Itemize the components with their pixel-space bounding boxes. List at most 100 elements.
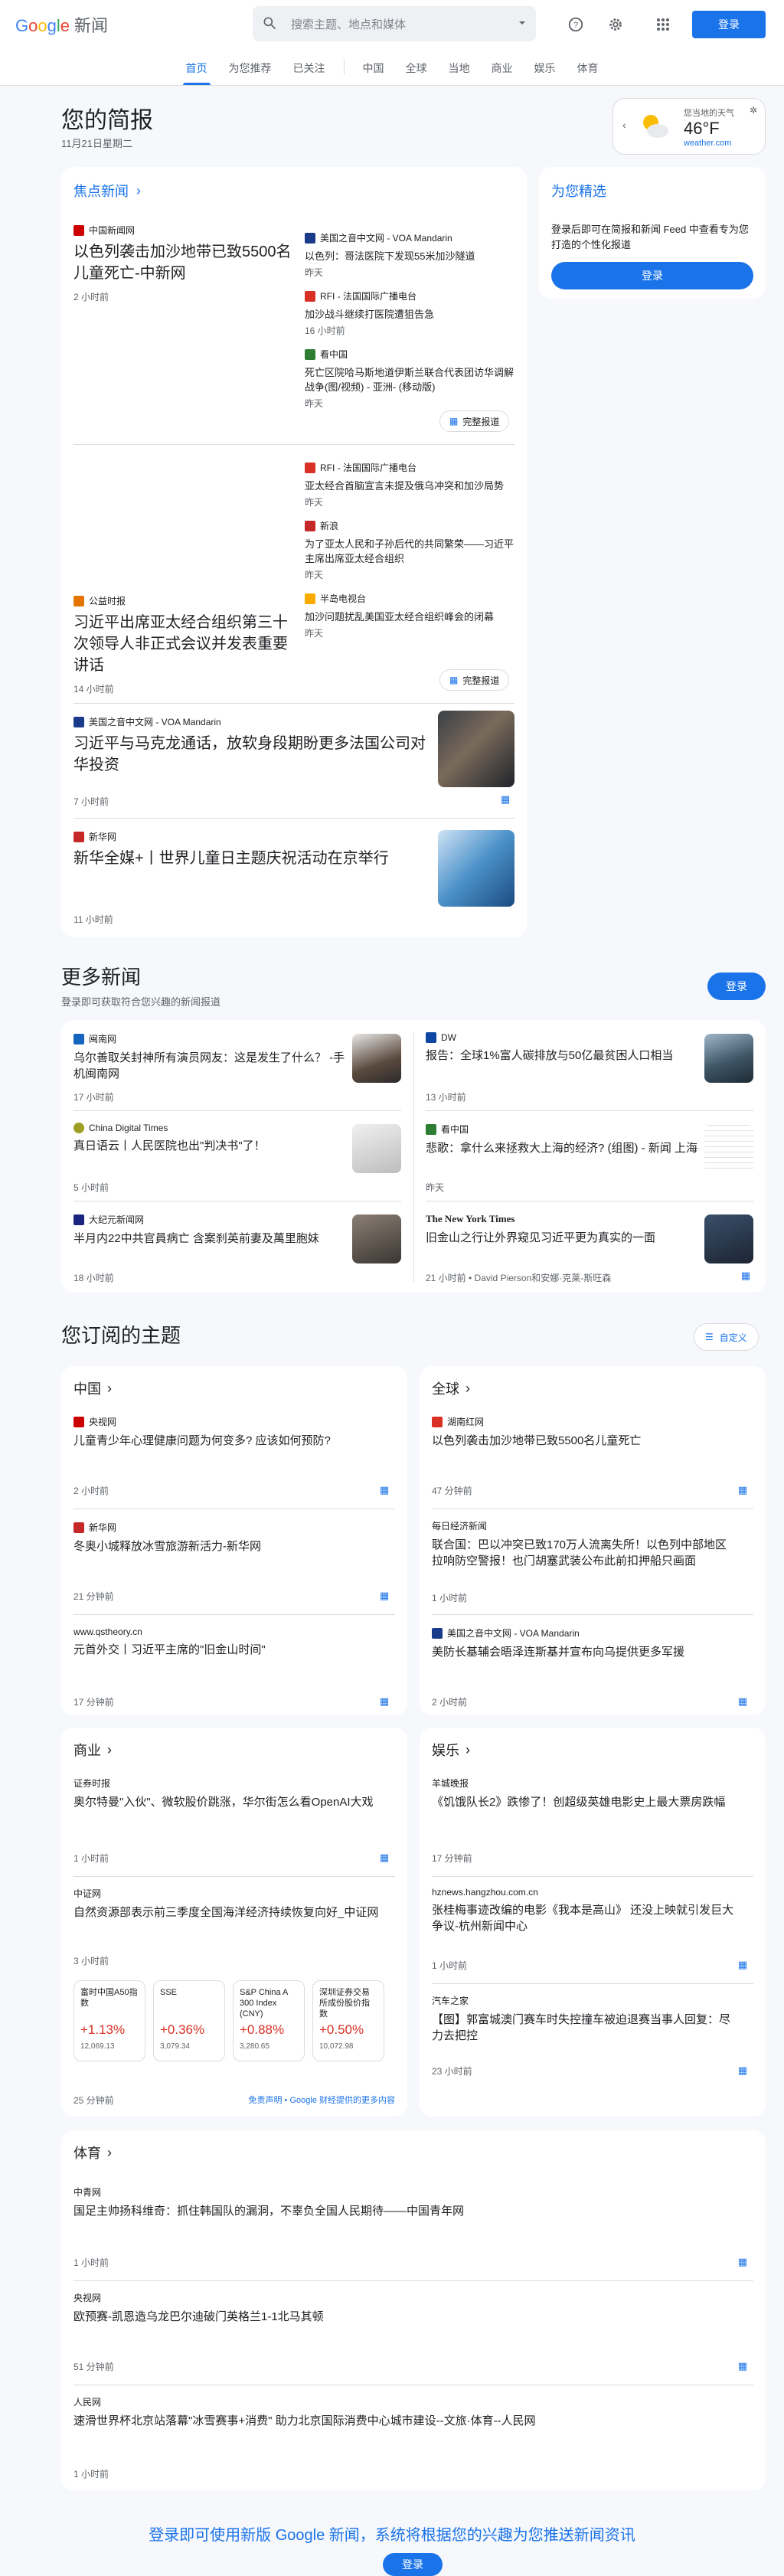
full-coverage-icon[interactable]: ▦ (735, 1483, 750, 1498)
list-item[interactable]: 闽南网 乌尔善取关封神所有演员网友：这是发生了什么？ -手机闽南网 (74, 1032, 349, 1082)
story-thumbnail[interactable] (704, 1124, 753, 1173)
full-coverage-icon[interactable]: ▦ (735, 2359, 750, 2374)
full-coverage-icon[interactable]: ▦ (377, 1483, 392, 1498)
headline-link[interactable]: 联合国：巴以冲突已致170万人流离失所！以色列中部地区拉响防空警报！也门胡塞武装… (432, 1537, 738, 1569)
tab-business[interactable]: 商业 (481, 60, 524, 85)
help-icon[interactable]: ? (560, 9, 591, 40)
full-coverage-icon[interactable]: ▦ (377, 1850, 392, 1865)
header-login-button[interactable]: 登录 (692, 11, 766, 38)
search-box[interactable]: 搜索主题、地点和媒体 (253, 6, 536, 41)
headline-link[interactable]: 【图】郭富城澳门赛车时失控撞车被迫退赛当事人回复：尽力去把控 (432, 2012, 738, 2044)
stock-card[interactable]: SSE +0.36% 3,079.34 (153, 1980, 225, 2061)
weather-widget[interactable]: ‹ 您当地的天气 46°F weather.com ✲ (612, 98, 766, 155)
full-coverage-icon[interactable]: ▦ (735, 2254, 750, 2270)
headline-link[interactable]: 为了亚太人民和子孙后代的共同繁荣——习近平主席出席亚太经合组织 (305, 537, 516, 566)
headline-link[interactable]: 乌尔善取关封神所有演员网友：这是发生了什么？ -手机闽南网 (74, 1050, 349, 1082)
full-coverage-icon[interactable]: ▦ (498, 792, 513, 807)
top-stories-heading[interactable]: 焦点新闻 › (74, 181, 141, 201)
headline-link[interactable]: 国足主帅扬科维奇：抓住韩国队的漏洞，不辜负全国人民期待——中国青年网 (74, 2203, 732, 2219)
headline-link[interactable]: 悲歌：拿什么来拯救大上海的经济? (组图) - 新闻 上海 (426, 1140, 701, 1156)
footer-login-button[interactable]: 登录 (383, 2553, 443, 2576)
tab-local[interactable]: 当地 (438, 60, 481, 85)
headline-link[interactable]: 以色列袭击加沙地带已致5500名儿童死亡-中新网 (74, 241, 296, 284)
full-coverage-button[interactable]: ▦ 完整报道 (439, 669, 510, 691)
headline-link[interactable]: 加沙问题扰乱美国亚太经合组织峰会的闭幕 (305, 610, 516, 624)
headline-link[interactable]: 欧预赛-凯恩造乌龙巴尔迪破门英格兰1-1北马其顿 (74, 2309, 732, 2325)
headline-link[interactable]: 以色列：哥法医院下发现55米加沙隧道 (305, 249, 516, 263)
topic-heading[interactable]: 中国 › (74, 1378, 112, 1398)
google-news-logo[interactable]: Google 新闻 (15, 12, 108, 37)
apps-grid-icon[interactable] (648, 9, 678, 40)
full-coverage-icon[interactable]: ▦ (377, 1694, 392, 1709)
headline-link[interactable]: 自然资源部表示前三季度全国海洋经济持续恢复向好_中证网 (74, 1904, 380, 1921)
full-coverage-icon[interactable]: ▦ (735, 1957, 750, 1973)
tab-entertainment[interactable]: 娱乐 (524, 60, 567, 85)
list-item[interactable]: The New York Times 旧金山之行让外界窥见习近平更为真实的一面 (426, 1213, 701, 1246)
headline-link[interactable]: 死亡区院哈马斯地道伊斯兰联合代表团访华调解战争(图/视频) - 亚洲- (移动版… (305, 365, 516, 394)
search-icon[interactable] (262, 15, 277, 33)
full-coverage-icon[interactable]: ▦ (735, 1694, 750, 1709)
headline-link[interactable]: 加沙战斗继续打医院遭狙告急 (305, 307, 516, 322)
list-item[interactable]: China Digital Times 真日语云丨人民医院也出"判决书"了！ (74, 1123, 349, 1154)
headline-link[interactable]: 儿童青少年心理健康问题为何变多? 应该如何预防? (74, 1433, 380, 1449)
story-thumbnail[interactable] (438, 830, 514, 907)
tab-for-you[interactable]: 为您推荐 (218, 60, 283, 85)
search-dropdown-icon[interactable] (518, 18, 527, 30)
headline-link[interactable]: 报告：全球1%富人碳排放与50亿最贫困人口相当 (426, 1048, 701, 1064)
tab-china[interactable]: 中国 (352, 60, 395, 85)
stock-card[interactable]: 富时中国A50指数 +1.13% 12,069.13 (74, 1980, 145, 2061)
headline-link[interactable]: 真日语云丨人民医院也出"判决书"了！ (74, 1138, 349, 1154)
topic-heading[interactable]: 体育 › (74, 2143, 112, 2162)
stock-card[interactable]: 深圳证券交易所成份股价指数 +0.50% 10,072.98 (312, 1980, 384, 2061)
headline-link[interactable]: 元首外交丨习近平主席的"旧金山时间" (74, 1642, 380, 1658)
headline-link[interactable]: 冬奥小城释放冰雪旅游新活力-新华网 (74, 1538, 380, 1554)
story-thumbnail[interactable] (704, 1214, 753, 1263)
weather-source[interactable]: weather.com (684, 139, 731, 148)
headline-link[interactable]: 新华全媒+丨世界儿童日主题庆祝活动在京举行 (74, 848, 433, 869)
story-thumbnail[interactable] (438, 711, 514, 787)
picks-login-button[interactable]: 登录 (551, 262, 753, 289)
story-thumbnail[interactable] (352, 1034, 401, 1083)
story-time: 1 小时前 (74, 2257, 109, 2268)
full-coverage-icon[interactable]: ▦ (377, 1588, 392, 1603)
headline-link[interactable]: 速滑世界杯北京站落幕"冰雪赛事+消费" 助力北京国际消费中心城市建设--文旅·体… (74, 2413, 732, 2429)
topic-heading[interactable]: 商业 › (74, 1740, 112, 1760)
weather-prev-icon[interactable]: ‹ (622, 119, 626, 131)
headline-link[interactable]: 旧金山之行让外界窥见习近平更为真实的一面 (426, 1230, 701, 1246)
divider (74, 2280, 753, 2281)
headline-link[interactable]: 习近平出席亚太经合组织第三十次领导人非正式会议并发表重要讲话 (74, 612, 296, 676)
story-thumbnail[interactable] (352, 1124, 401, 1173)
full-coverage-icon[interactable]: ▦ (738, 1268, 753, 1283)
weather-settings-icon[interactable]: ✲ (750, 105, 757, 116)
headline-link[interactable]: 张桂梅事迹改编的电影《我本是高山》 还没上映就引发巨大争议-杭州新闻中心 (432, 1902, 738, 1934)
customize-button[interactable]: ☰ 自定义 (694, 1323, 759, 1351)
headline-link[interactable]: 以色列袭击加沙地带已致5500名儿童死亡 (432, 1433, 738, 1449)
story-thumbnail[interactable] (704, 1034, 753, 1083)
gear-icon[interactable] (600, 9, 631, 40)
finance-disclaimer-link[interactable]: 免责声明 • Google 财经提供的更多内容 (249, 2094, 396, 2106)
headline-link[interactable]: 亚太经合首脑宣言未提及俄乌冲突和加沙局势 (305, 479, 516, 493)
story-source: 看中国 (305, 348, 516, 361)
topic-heading[interactable]: 娱乐 › (432, 1740, 470, 1760)
list-item[interactable]: 看中国 悲歌：拿什么来拯救大上海的经济? (组图) - 新闻 上海 (426, 1123, 701, 1156)
story-time: 51 分钟前 (74, 2362, 114, 2372)
stock-card[interactable]: S&P China A 300 Index (CNY) +0.88% 3,280.6… (233, 1980, 305, 2061)
tab-world[interactable]: 全球 (395, 60, 438, 85)
headline-link[interactable]: 《饥饿队长2》跌惨了！创超级英雄电影史上最大票房跌幅 (432, 1794, 738, 1810)
list-item[interactable]: DW 报告：全球1%富人碳排放与50亿最贫困人口相当 (426, 1032, 701, 1064)
full-coverage-icon[interactable]: ▦ (735, 2063, 750, 2078)
full-coverage-button[interactable]: ▦ 完整报道 (439, 410, 510, 432)
headline-link[interactable]: 习近平与马克龙通话，放软身段期盼更多法国公司对华投资 (74, 733, 433, 776)
tab-sports[interactable]: 体育 (567, 60, 609, 85)
more-news-login-button[interactable]: 登录 (707, 973, 766, 1000)
headline-link[interactable]: 奥尔特曼"入伙"、微软股价跳涨，华尔街怎么看OpenAI大戏 (74, 1794, 380, 1810)
stock-change: +0.50% (319, 2022, 364, 2037)
tab-home[interactable]: 首页 (175, 60, 218, 85)
tab-following[interactable]: 已关注 (283, 60, 336, 85)
headline-link[interactable]: 美防长基辅会晤泽连斯基并宣布向乌提供更多军援 (432, 1644, 738, 1660)
story-thumbnail[interactable] (352, 1214, 401, 1263)
search-input[interactable]: 搜索主题、地点和媒体 (291, 16, 518, 32)
headline-link[interactable]: 半月内22中共官員病亡 含案刹英前妻及萬里胞妹 (74, 1231, 349, 1247)
topic-heading[interactable]: 全球 › (432, 1378, 470, 1398)
list-item[interactable]: 大纪元新闻网 半月内22中共官員病亡 含案刹英前妻及萬里胞妹 (74, 1213, 349, 1247)
